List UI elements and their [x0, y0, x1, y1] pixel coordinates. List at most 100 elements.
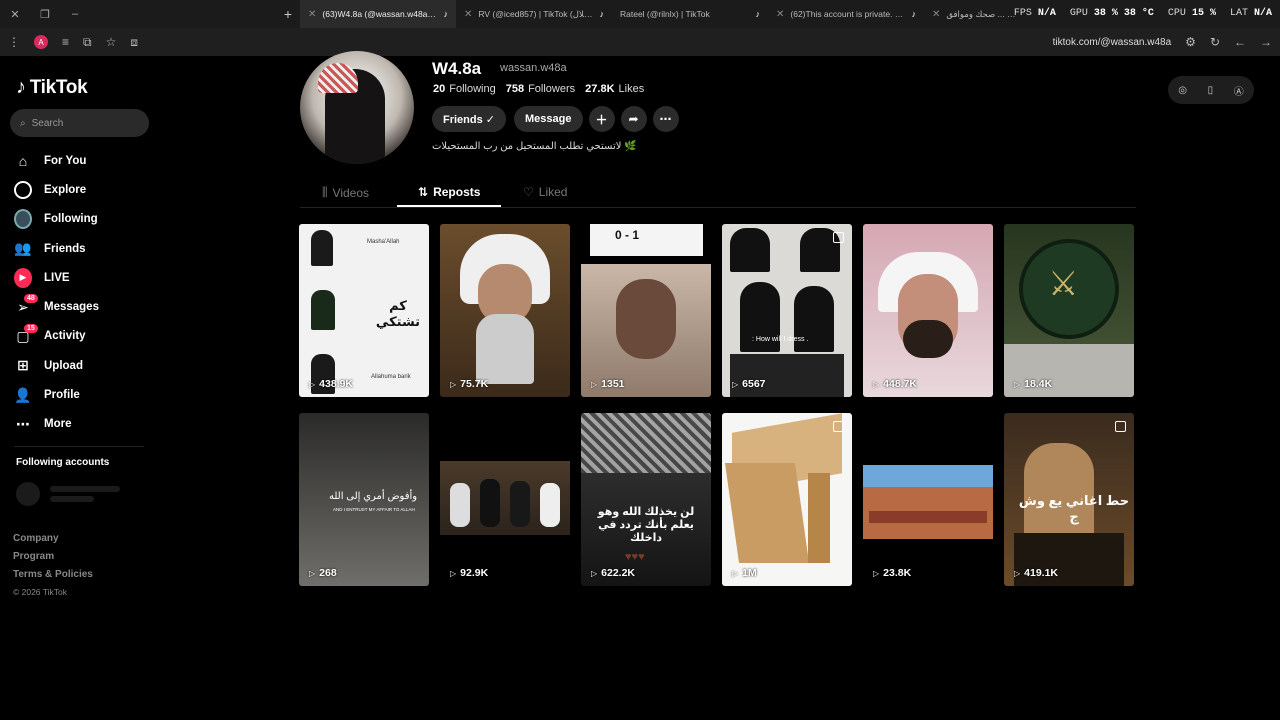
new-tab-button[interactable]: + [276, 6, 300, 22]
following-avatar-icon [14, 209, 32, 230]
more-options-icon[interactable]: ⋯ [652, 106, 679, 132]
thumb-text: Allahuma barik [371, 374, 411, 380]
browser-tab[interactable]: ✕ (63)W4.8a (@wassan.w48a) | Ti ♪ [300, 0, 456, 28]
view-count: ▷ 92.9K [450, 567, 489, 579]
video-card[interactable]: 0 - 1 ▷ 1351 [581, 224, 711, 397]
loading-skeleton [16, 482, 120, 506]
view-count: ▷ 6567 [732, 378, 766, 390]
footer-link-terms[interactable]: Terms & Policies [13, 569, 93, 587]
nav-item-for-you[interactable]: ⌂ For You [14, 146, 154, 175]
profile-avatar[interactable] [300, 51, 414, 164]
friends-button[interactable]: Friends ✓ [432, 106, 507, 132]
back-icon[interactable]: ← [1234, 35, 1246, 49]
play-icon: ▷ [591, 379, 598, 389]
video-card[interactable]: ▷ 23.8K [863, 413, 993, 586]
mobile-device-icon[interactable]: ▯ [1208, 85, 1214, 96]
view-count: ▷ 1351 [591, 378, 625, 390]
image-carousel-icon [1115, 421, 1126, 432]
nav-item-more[interactable]: ⋯ More [14, 410, 154, 439]
image-carousel-icon [833, 421, 844, 432]
extensions-icon[interactable]: ⧉ [83, 35, 92, 50]
close-window-icon[interactable]: ✕ [0, 8, 30, 21]
video-card[interactable]: حط اغاني يع وش ج ▷ 419.1K [1004, 413, 1134, 586]
performance-overlay: FPS N/A GPU 38 % 38 °C CPU 15 % LAT N/A [1014, 8, 1272, 19]
profile-stats: 20 Following 758 Followers 27.8K Likes [433, 83, 644, 95]
site-settings-icon[interactable]: ⚙ [1185, 35, 1196, 49]
account-avatar-icon[interactable]: Ⓐ [1234, 83, 1244, 98]
messages-badge: 48 [24, 294, 38, 304]
video-card[interactable]: ▷ 1M [722, 413, 852, 586]
nav-item-live[interactable]: ▶ LIVE [14, 263, 154, 292]
browser-tab[interactable]: Rateel (@rilnlx) | TikTok ♪ [612, 0, 768, 28]
forward-icon[interactable]: → [1260, 35, 1272, 49]
close-tab-icon[interactable]: ✕ [932, 9, 940, 20]
floating-controls: ◎ ▯ Ⓐ [1168, 76, 1254, 104]
repost-icon: ⇅ [418, 185, 429, 199]
video-card[interactable]: ▷ 75.7K [440, 224, 570, 397]
add-friend-icon[interactable]: ＋ [588, 106, 615, 132]
nav-item-activity[interactable]: ▢ 15 Activity [14, 322, 154, 351]
followers-stat[interactable]: 758 Followers [506, 83, 575, 95]
browser-tab[interactable]: ✕ (62)This account is private. Foll ♪ [768, 0, 924, 28]
view-count: ▷ 419.1K [1014, 567, 1059, 579]
reading-list-icon[interactable]: ≡ [62, 35, 69, 49]
footer-link-company[interactable]: Company [13, 533, 93, 551]
nav-label: Friends [44, 242, 86, 255]
likes-stat: 27.8K Likes [585, 83, 645, 95]
nav-label: Messages [44, 301, 99, 314]
nav-item-following[interactable]: Following [14, 205, 154, 234]
browser-toolbar: ⋮ A ≡ ⧉ ☆ ⧈ tiktok.com/@wassan.w48a ⚙ ↻ … [0, 28, 1280, 56]
play-icon: ▷ [732, 568, 739, 578]
compass-icon[interactable]: ◎ [1178, 85, 1187, 96]
tab-reposts[interactable]: ⇅ Reposts [418, 185, 480, 199]
upload-icon: ⊞ [17, 357, 29, 374]
play-icon: ▷ [450, 379, 457, 389]
share-icon[interactable]: ➦ [620, 106, 647, 132]
search-input[interactable]: ⌕ Search [10, 109, 149, 137]
video-card[interactable]: Masha'Allah كم تشتكي Allahuma barik ▷ 438… [299, 224, 429, 397]
video-card[interactable]: وأفوض أمري إلى الله AND I ENTRUST MY AFF… [299, 413, 429, 586]
video-card[interactable]: ▷ 92.9K [440, 413, 570, 586]
video-grid: Masha'Allah كم تشتكي Allahuma barik ▷ 438… [299, 224, 1139, 586]
active-tab-indicator [397, 205, 501, 207]
thumb-text: : How will I dress . [752, 336, 809, 343]
browser-tab[interactable]: ✕ RV (@iced857) | TikTok (طلال) ♪ [456, 0, 612, 28]
bookmark-star-icon[interactable]: ☆ [106, 35, 117, 49]
tab-videos[interactable]: ⫼ Videos [322, 185, 369, 200]
nav-label: Profile [44, 389, 80, 402]
close-tab-icon[interactable]: ✕ [464, 9, 472, 20]
footer-link-program[interactable]: Program [13, 551, 93, 569]
browser-profile-avatar[interactable]: A [34, 35, 48, 49]
logo-text: TikTok [29, 76, 88, 98]
tab-liked[interactable]: ♡ Liked [523, 185, 567, 199]
video-card[interactable]: ▷ 448.7K [863, 224, 993, 397]
close-tab-icon[interactable]: ✕ [776, 9, 784, 20]
address-bar-url[interactable]: tiktok.com/@wassan.w48a [1053, 37, 1172, 48]
menu-dots-icon[interactable]: ⋮ [8, 35, 20, 49]
nav-item-explore[interactable]: Explore [14, 175, 154, 204]
thumb-text: وأفوض أمري إلى الله [329, 491, 418, 502]
play-icon: ▷ [1014, 379, 1021, 389]
close-tab-icon[interactable]: ✕ [308, 9, 316, 20]
play-icon: ▷ [1014, 568, 1021, 578]
message-button[interactable]: Message [514, 106, 583, 132]
install-app-icon[interactable]: ⧈ [130, 35, 138, 50]
browser-tab[interactable]: ✕ ردة ... صحك وموافق [924, 0, 1024, 28]
image-carousel-icon [833, 232, 844, 243]
video-card[interactable]: : How will I dress . ▷ 6567 [722, 224, 852, 397]
view-count: ▷ 438.9K [309, 378, 354, 390]
nav-item-upload[interactable]: ⊞ Upload [14, 351, 154, 380]
minimize-window-icon[interactable]: – [60, 8, 90, 20]
nav-item-messages[interactable]: ➢ 48 Messages [14, 292, 154, 321]
nav-item-friends[interactable]: 👥 Friends [14, 234, 154, 263]
tiktok-logo[interactable]: ♪ TikTok [16, 76, 88, 99]
nav-item-profile[interactable]: 👤 Profile [14, 380, 154, 409]
copyright: © 2026 TikTok [13, 587, 67, 597]
reload-icon[interactable]: ↻ [1210, 35, 1220, 49]
following-stat[interactable]: 20 Following [433, 83, 496, 95]
video-card[interactable]: ⚔ ▷ 18.4K [1004, 224, 1134, 397]
video-card[interactable]: لن يخذلك الله وهو يعلم بأنك تردد في داخل… [581, 413, 711, 586]
restore-window-icon[interactable]: ❐ [30, 8, 60, 21]
grid-icon: ⫼ [322, 185, 328, 199]
nav-label: More [44, 418, 72, 431]
